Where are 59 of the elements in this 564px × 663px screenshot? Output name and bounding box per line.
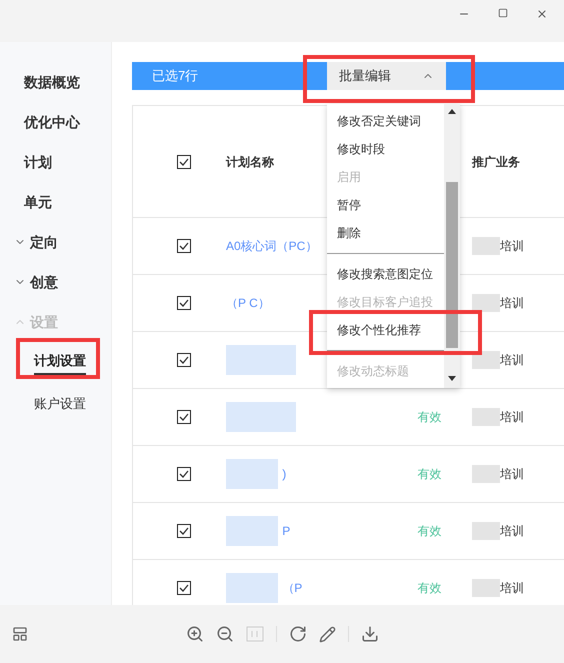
- menu-item[interactable]: 修改搜索意图定位: [327, 264, 444, 284]
- checkbox[interactable]: [177, 467, 191, 481]
- redaction-blur: [226, 345, 296, 375]
- redaction-blur: [472, 351, 500, 369]
- redaction-blur: [226, 516, 278, 546]
- sidebar-item[interactable]: 创意: [30, 272, 58, 292]
- download-icon[interactable]: [361, 625, 379, 643]
- sidebar-item[interactable]: 计划: [14, 152, 52, 172]
- redaction-blur: [226, 573, 278, 603]
- checkbox[interactable]: [177, 154, 191, 168]
- menu-item[interactable]: 暂停: [327, 195, 444, 215]
- status-text: 有效: [418, 580, 442, 597]
- checkbox[interactable]: [177, 296, 191, 310]
- zoom-in-icon[interactable]: [186, 625, 204, 643]
- redaction-blur: [472, 408, 500, 426]
- selection-count: 已选7行: [152, 67, 200, 86]
- scrollbar[interactable]: [444, 104, 460, 388]
- maximize-icon[interactable]: [498, 8, 508, 18]
- rotate-icon[interactable]: [289, 625, 307, 643]
- business-text: 培训: [500, 466, 524, 483]
- redaction-blur: [472, 294, 500, 312]
- redaction-blur: [472, 237, 500, 255]
- redaction-blur: [472, 465, 500, 483]
- pencil-icon[interactable]: [319, 626, 336, 642]
- redaction-blur: [472, 522, 500, 540]
- layout-icon[interactable]: [12, 626, 28, 642]
- checkbox[interactable]: [177, 353, 191, 367]
- menu-item[interactable]: 修改个性化推荐: [327, 320, 444, 340]
- scroll-thumb[interactable]: [446, 182, 458, 348]
- close-icon[interactable]: [536, 8, 548, 20]
- scroll-down-icon[interactable]: [448, 376, 456, 382]
- status-text: 有效: [418, 523, 442, 540]
- redaction-blur: [226, 402, 296, 432]
- business-text: 培训: [500, 295, 524, 312]
- business-text: 培训: [500, 352, 524, 369]
- sidebar-item[interactable]: 定向: [30, 232, 58, 252]
- zoom-out-icon[interactable]: [216, 625, 234, 643]
- sidebar-item[interactable]: 数据概览: [14, 72, 80, 92]
- menu-item[interactable]: 删除: [327, 223, 444, 243]
- sidebar-item[interactable]: 优化中心: [14, 112, 80, 132]
- business-text: 培训: [500, 523, 524, 540]
- menu-item[interactable]: 修改否定关键词: [327, 111, 444, 131]
- redaction-blur: [472, 579, 500, 597]
- checkbox[interactable]: [177, 581, 191, 595]
- redaction-blur: [226, 459, 278, 489]
- checkbox[interactable]: [177, 410, 191, 424]
- column-header: 计划名称: [224, 154, 275, 170]
- checkbox[interactable]: [177, 239, 191, 253]
- column-header: 推广业务: [472, 154, 520, 170]
- business-text: 培训: [500, 580, 524, 597]
- status-text: 有效: [418, 409, 442, 426]
- scroll-up-icon[interactable]: [448, 108, 456, 114]
- business-text: 培训: [500, 238, 524, 255]
- checkbox[interactable]: [177, 524, 191, 538]
- status-text: 有效: [418, 466, 442, 483]
- business-text: 培训: [500, 409, 524, 426]
- sidebar-item[interactable]: 单元: [14, 192, 52, 212]
- menu-item[interactable]: 修改时段: [327, 139, 444, 159]
- batch-edit-dropdown[interactable]: 批量编辑: [327, 62, 446, 90]
